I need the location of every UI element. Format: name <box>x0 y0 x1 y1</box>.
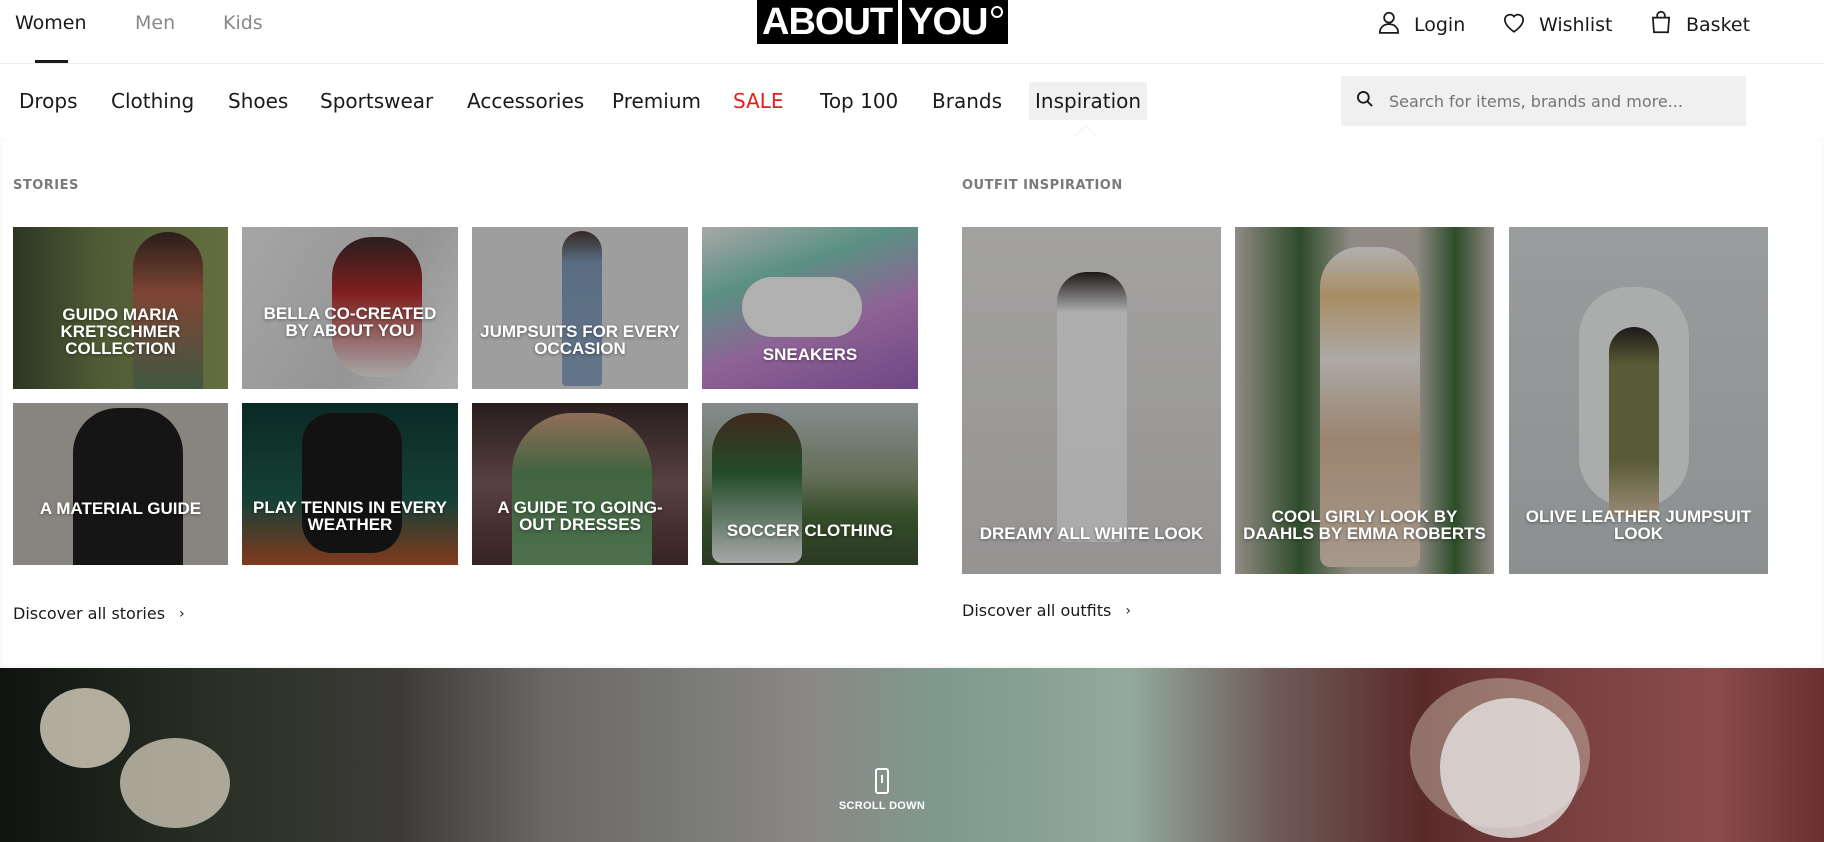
outfit-card[interactable]: DREAMY ALL WHITE LOOK <box>962 227 1221 574</box>
story-card-label: PLAY TENNIS IN EVERY WEATHER <box>253 498 447 534</box>
basket-label: Basket <box>1686 13 1751 36</box>
search-bar[interactable] <box>1341 76 1746 126</box>
stories-section-title: STORIES <box>13 178 79 193</box>
discover-all-stories-link[interactable]: Discover all stories › <box>13 604 185 623</box>
scroll-mouse-icon <box>875 768 889 794</box>
nav-item-accessories[interactable]: Accessories <box>467 82 584 120</box>
story-card[interactable]: SNEAKERS <box>702 227 918 389</box>
login-label: Login <box>1414 13 1466 36</box>
search-icon <box>1355 89 1375 113</box>
story-card-label: BELLA CO-CREATED BY ABOUT YOU <box>263 304 437 340</box>
nav-item-sale[interactable]: SALE <box>733 82 784 120</box>
story-card-label: SOCCER CLOTHING <box>726 521 894 540</box>
about-you-logo[interactable]: ABOUT YOU <box>757 0 1009 44</box>
outfits-section-title: OUTFIT INSPIRATION <box>962 178 1123 193</box>
login-button[interactable]: Login <box>1376 9 1465 40</box>
top-bar: Women Men Kids ABOUT YOU Login Wishlist … <box>0 0 1824 64</box>
scroll-down-label: SCROLL DOWN <box>838 800 926 812</box>
nav-item-brands[interactable]: Brands <box>932 82 1002 120</box>
outfit-card[interactable]: OLIVE LEATHER JUMPSUIT LOOK <box>1509 227 1768 574</box>
wishlist-button[interactable]: Wishlist <box>1501 9 1613 40</box>
gender-tab-women[interactable]: Women <box>15 12 87 34</box>
story-card[interactable]: A GUIDE TO GOING-OUT DRESSES <box>472 403 688 565</box>
story-card[interactable]: JUMPSUITS FOR EVERY OCCASION <box>472 227 688 389</box>
outfit-card[interactable]: COOL GIRLY LOOK BY DAAHLS BY EMMA ROBERT… <box>1235 227 1494 574</box>
basket-button[interactable]: Basket <box>1648 9 1750 40</box>
discover-outfits-label: Discover all outfits <box>962 601 1112 620</box>
search-input[interactable] <box>1389 91 1729 111</box>
nav-item-inspiration[interactable]: Inspiration <box>1029 82 1148 120</box>
inspiration-dropdown: STORIES GUIDO MARIA KRETSCHMER COLLECTIO… <box>0 138 1824 668</box>
nav-item-drops[interactable]: Drops <box>19 82 78 120</box>
story-card[interactable]: A MATERIAL GUIDE <box>13 403 228 565</box>
gender-tab-kids[interactable]: Kids <box>223 12 263 34</box>
bag-icon <box>1648 9 1674 40</box>
logo-text-about: ABOUT <box>762 1 893 43</box>
logo-text-you: YOU <box>908 1 988 43</box>
active-gender-indicator <box>35 60 68 63</box>
nav-item-sportswear[interactable]: Sportswear <box>320 82 433 120</box>
chevron-right-icon: › <box>1125 602 1131 619</box>
story-card[interactable]: GUIDO MARIA KRETSCHMER COLLECTION <box>13 227 228 389</box>
story-card-label: GUIDO MARIA KRETSCHMER COLLECTION <box>60 305 181 358</box>
outfit-card-label: OLIVE LEATHER JUMPSUIT LOOK <box>1525 507 1752 543</box>
hero-banner: SCROLL DOWN <box>0 668 1824 842</box>
story-card[interactable]: BELLA CO-CREATED BY ABOUT YOU <box>242 227 458 389</box>
story-card-label: A GUIDE TO GOING-OUT DRESSES <box>497 498 663 534</box>
nav-item-top-100[interactable]: Top 100 <box>820 82 898 120</box>
story-card[interactable]: SOCCER CLOTHING <box>702 403 918 565</box>
story-card-label: A MATERIAL GUIDE <box>39 499 202 518</box>
story-card-label: SNEAKERS <box>762 345 858 364</box>
discover-all-outfits-link[interactable]: Discover all outfits › <box>962 601 1131 620</box>
discover-stories-label: Discover all stories <box>13 604 166 623</box>
wishlist-label: Wishlist <box>1539 13 1613 36</box>
user-icon <box>1376 9 1402 40</box>
outfit-card-label: COOL GIRLY LOOK BY DAAHLS BY EMMA ROBERT… <box>1243 507 1486 543</box>
gender-tab-men[interactable]: Men <box>135 12 175 34</box>
story-card[interactable]: PLAY TENNIS IN EVERY WEATHER <box>242 403 458 565</box>
outfit-card-label: DREAMY ALL WHITE LOOK <box>979 524 1204 543</box>
scroll-down-indicator[interactable]: SCROLL DOWN <box>832 768 932 812</box>
story-card-label: JUMPSUITS FOR EVERY OCCASION <box>480 322 680 358</box>
category-nav: Drops Clothing Shoes Sportswear Accessor… <box>0 64 1824 138</box>
heart-icon <box>1501 9 1527 40</box>
chevron-right-icon: › <box>179 605 185 622</box>
nav-item-premium[interactable]: Premium <box>612 82 701 120</box>
logo-separator <box>898 0 903 44</box>
nav-item-shoes[interactable]: Shoes <box>228 82 288 120</box>
nav-item-clothing[interactable]: Clothing <box>111 82 194 120</box>
